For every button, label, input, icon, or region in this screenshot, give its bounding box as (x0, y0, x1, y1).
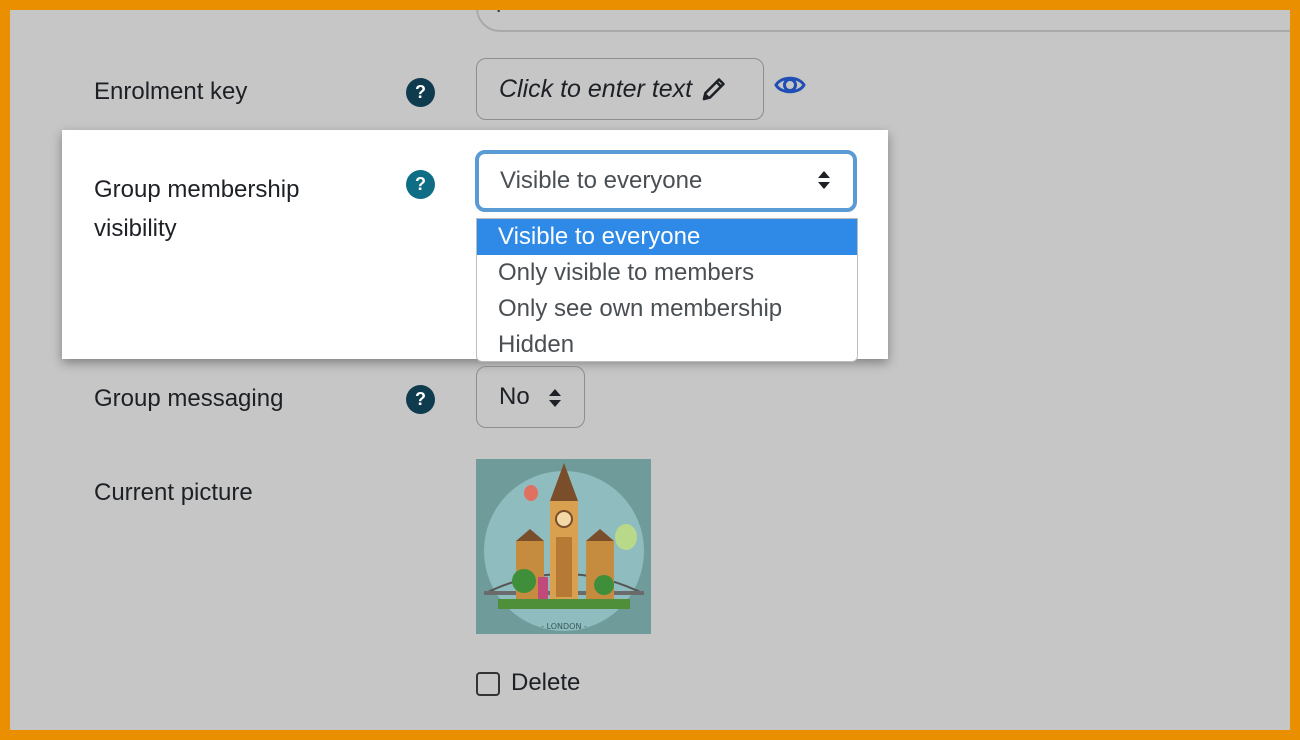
option-only-visible-to-members[interactable]: Only visible to members (477, 255, 857, 291)
group-messaging-label: Group messaging (94, 385, 284, 412)
visibility-selected-value: Visible to everyone (500, 167, 703, 194)
picture-caption: - LONDON - (541, 622, 587, 631)
current-picture-label: Current picture (94, 479, 253, 506)
visibility-help-icon[interactable]: ? (406, 170, 435, 199)
option-hidden[interactable]: Hidden (477, 327, 857, 363)
london-illustration-icon: - LONDON - (476, 459, 651, 634)
visibility-dropdown-list[interactable]: Visible to everyone Only visible to memb… (476, 218, 858, 362)
delete-label[interactable]: Delete (511, 669, 580, 697)
pencil-icon (702, 78, 725, 101)
group-picture: - LONDON - (476, 459, 651, 634)
group-messaging-selected-value: No (499, 383, 530, 410)
visibility-label: Group membership visibility (94, 170, 299, 248)
option-visible-to-everyone[interactable]: Visible to everyone (477, 219, 857, 255)
sort-caret-icon (549, 389, 561, 407)
form-page: p Enrolment key ? Click to enter text Gr… (10, 10, 1290, 730)
group-name-input[interactable]: p (476, 10, 1290, 32)
delete-checkbox[interactable] (476, 672, 500, 696)
enrolment-key-label: Enrolment key (94, 78, 248, 105)
visibility-highlight-panel: Group membership visibility ? Visible to… (62, 130, 888, 362)
eye-icon[interactable] (774, 72, 806, 98)
visibility-label-line2: visibility (94, 215, 177, 242)
enrolment-key-inplace-edit[interactable]: Click to enter text (476, 58, 764, 120)
sort-caret-icon (818, 171, 830, 189)
group-messaging-select[interactable]: No (476, 366, 585, 428)
group-name-value: p (496, 10, 509, 14)
visibility-select[interactable]: Visible to everyone (475, 150, 857, 212)
option-only-see-own-membership[interactable]: Only see own membership (477, 291, 857, 327)
enrolment-key-placeholder: Click to enter text (499, 74, 693, 103)
enrolment-key-help-icon[interactable]: ? (406, 78, 435, 107)
group-messaging-help-icon[interactable]: ? (406, 385, 435, 414)
visibility-label-line1: Group membership (94, 176, 300, 203)
